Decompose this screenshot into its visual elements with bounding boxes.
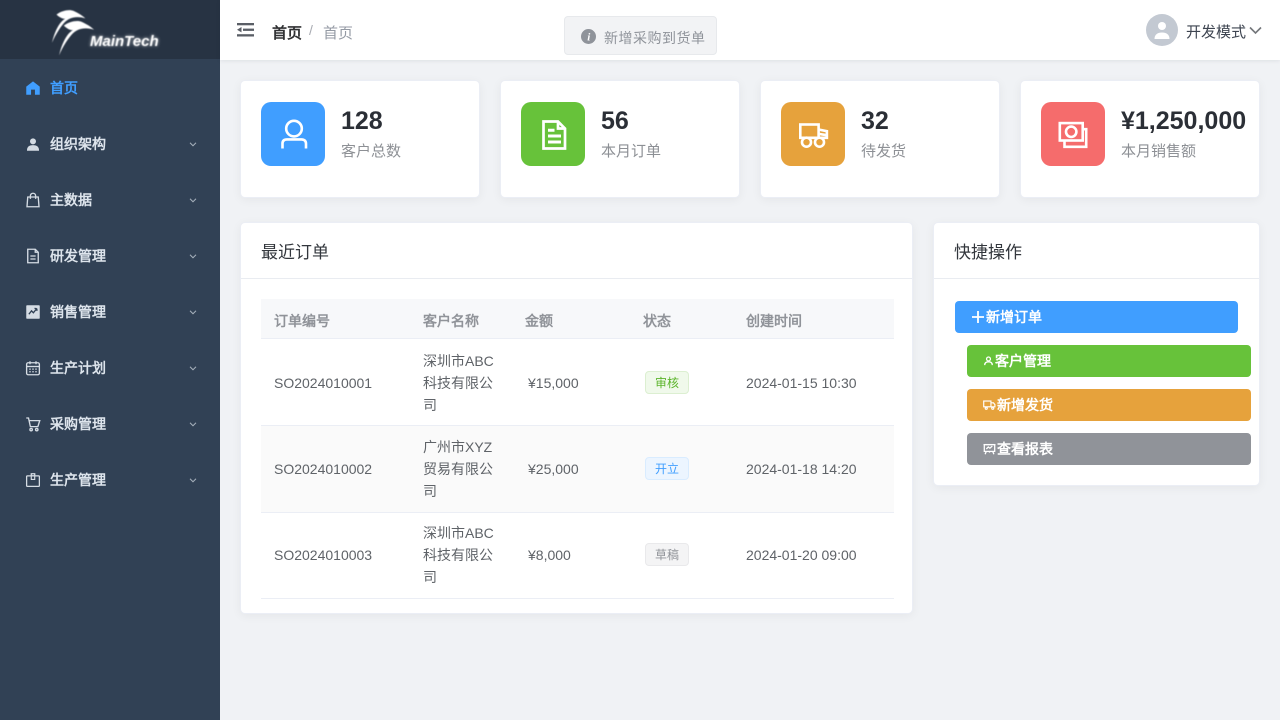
svg-text:MainTech: MainTech	[90, 33, 159, 50]
